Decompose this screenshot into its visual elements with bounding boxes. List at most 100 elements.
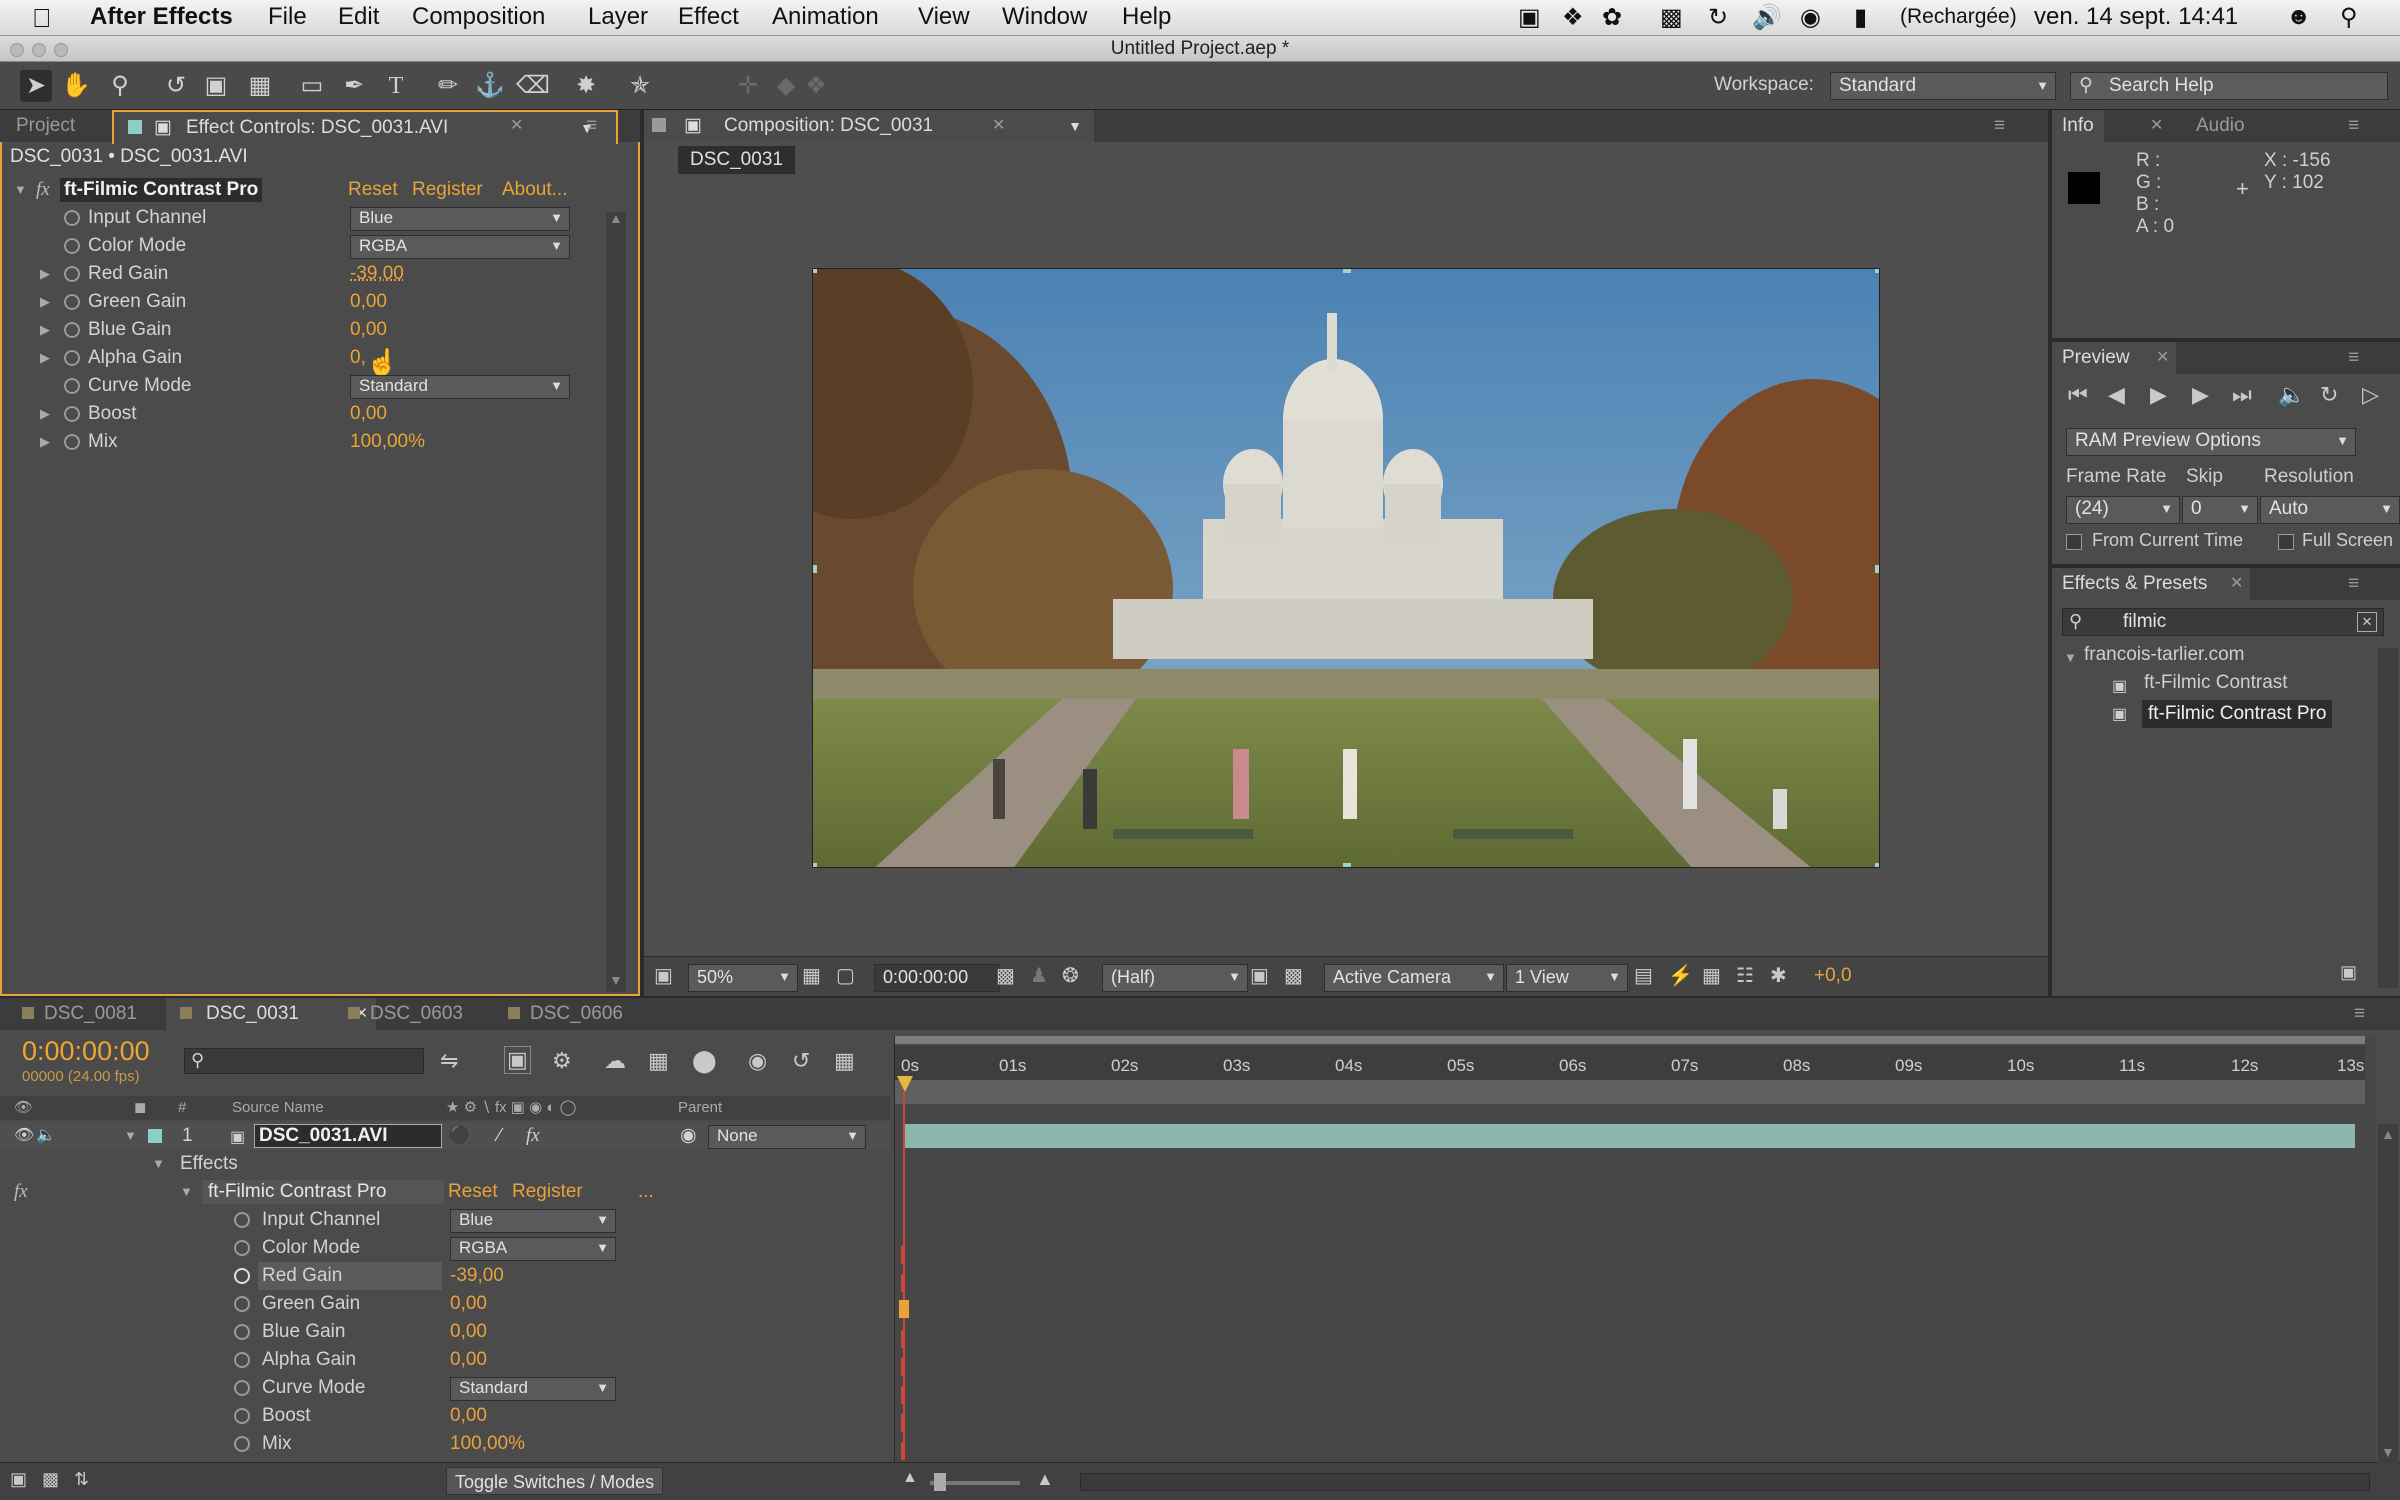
axis-world-icon[interactable]: ◆ bbox=[770, 70, 802, 102]
timeline-effect-name[interactable]: ft-Filmic Contrast Pro bbox=[202, 1180, 444, 1204]
parent-dropdown[interactable]: None ▼ bbox=[708, 1125, 866, 1149]
scroll-down-icon[interactable]: ▼ bbox=[609, 972, 623, 988]
layer-name[interactable]: DSC_0031.AVI bbox=[254, 1124, 442, 1148]
spotlight-icon[interactable]: ⚲ bbox=[2340, 3, 2358, 32]
stopwatch-icon[interactable] bbox=[64, 350, 80, 366]
first-frame-icon[interactable]: ⏮ bbox=[2068, 382, 2088, 408]
keyframe-marker[interactable] bbox=[901, 1274, 905, 1292]
snapshot-icon[interactable]: ▩ bbox=[996, 963, 1015, 988]
skip-dropdown[interactable]: 0 ▼ bbox=[2182, 496, 2258, 524]
sync-icon[interactable]: ↻ bbox=[1708, 3, 1728, 32]
visibility-eye-icon[interactable]: 👁 bbox=[14, 1122, 34, 1150]
handle-middle-left[interactable] bbox=[813, 565, 817, 573]
effect-switch-icon[interactable]: fx bbox=[526, 1122, 540, 1150]
handle-top-right[interactable] bbox=[1875, 269, 1879, 273]
layer-row[interactable]: 👁 🔈 ▼ 1 ▣ DSC_0031.AVI ⚫ ∕ fx ◉ None ▼ bbox=[0, 1122, 890, 1150]
mask-visibility-icon[interactable]: ▢ bbox=[836, 963, 855, 988]
shy-switch-icon[interactable]: ⚫ bbox=[448, 1122, 472, 1150]
playhead-icon[interactable] bbox=[897, 1076, 913, 1092]
panel-menu-icon[interactable]: ≡ bbox=[2344, 998, 2375, 1030]
stopwatch-icon[interactable] bbox=[64, 322, 80, 338]
eraser-tool-icon[interactable]: ⌫ bbox=[516, 70, 550, 102]
label-color-swatch[interactable] bbox=[148, 1129, 162, 1143]
panel-menu-icon[interactable]: ≡ bbox=[2338, 568, 2369, 600]
av-features-icon[interactable]: 👁 bbox=[14, 1096, 33, 1120]
workspace-dropdown[interactable]: Standard ▼ bbox=[1830, 72, 2056, 100]
motion-blur-icon[interactable]: ▦ bbox=[648, 1048, 669, 1074]
timeline-register-link[interactable]: Register bbox=[512, 1178, 583, 1206]
app-menu[interactable]: After Effects bbox=[90, 3, 233, 31]
quality-switch-icon[interactable]: ∕ bbox=[498, 1122, 501, 1150]
handle-top-left[interactable] bbox=[813, 269, 817, 273]
expand-triangle-icon[interactable]: ▶ bbox=[40, 260, 50, 288]
expand-triangle-icon[interactable]: ▶ bbox=[40, 400, 50, 428]
register-link[interactable]: Register bbox=[412, 176, 483, 204]
handle-middle-right[interactable] bbox=[1875, 565, 1879, 573]
safe-zones-icon[interactable]: ▦ bbox=[802, 963, 821, 988]
fx-icon[interactable]: fx bbox=[14, 1178, 28, 1206]
keyframe-selected[interactable] bbox=[899, 1300, 909, 1318]
effect-item-row-selected[interactable]: ▣ ft-Filmic Contrast Pro bbox=[2108, 700, 2400, 728]
keyframe-marker[interactable] bbox=[901, 1442, 905, 1460]
panel-menu-icon[interactable]: ≡ bbox=[1984, 110, 2015, 142]
preset-folder[interactable]: francois-tarlier.com bbox=[2084, 644, 2245, 666]
next-frame-icon[interactable]: ▶ bbox=[2192, 382, 2209, 408]
tab-timeline-dsc-0603[interactable]: DSC_0603 bbox=[334, 998, 473, 1030]
mix-value[interactable]: 100,00% bbox=[350, 428, 425, 456]
menu-animation[interactable]: Animation bbox=[772, 3, 879, 31]
show-snapshot-icon[interactable]: ♟ bbox=[1030, 963, 1048, 988]
folder-expand-icon[interactable]: ▼ bbox=[2064, 650, 2077, 665]
hide-shy-icon[interactable]: ⚙ bbox=[552, 1048, 572, 1074]
handle-bottom-center[interactable] bbox=[1343, 863, 1351, 867]
stopwatch-icon[interactable] bbox=[64, 266, 80, 282]
volume-icon[interactable]: 🔊 bbox=[1752, 3, 1782, 32]
brush-tool-icon[interactable]: ✏ bbox=[432, 70, 464, 102]
user-icon[interactable]: ☻ bbox=[2286, 3, 2311, 31]
puppet-tool-icon[interactable]: ✯ bbox=[624, 70, 656, 102]
layer-duration-bar[interactable] bbox=[905, 1124, 2355, 1148]
zoom-window-button[interactable] bbox=[54, 43, 68, 57]
camera-tool-icon[interactable]: ▣ bbox=[200, 70, 232, 102]
axis-local-icon[interactable]: ✛ bbox=[732, 70, 764, 102]
in-out-icon[interactable]: ⇅ bbox=[74, 1469, 89, 1490]
rotate-tool-icon[interactable]: ↺ bbox=[160, 70, 192, 102]
tl-curve-mode-dropdown[interactable]: Standard ▼ bbox=[450, 1377, 616, 1401]
stopwatch-icon[interactable] bbox=[64, 406, 80, 422]
exposure-value[interactable]: +0,0 bbox=[1814, 965, 1852, 987]
region-of-interest-icon[interactable]: ▣ bbox=[1250, 963, 1269, 988]
audio-icon[interactable]: 🔈 bbox=[2278, 382, 2305, 408]
camera-dropdown[interactable]: Active Camera ▼ bbox=[1324, 964, 1504, 992]
roto-brush-tool-icon[interactable]: ✸ bbox=[570, 70, 602, 102]
stopwatch-icon[interactable] bbox=[234, 1296, 250, 1312]
timeline-vertical-scrollbar[interactable]: ▲ ▼ bbox=[2378, 1124, 2398, 1464]
keyframe-marker[interactable] bbox=[901, 1358, 905, 1376]
tl-param-label-selected[interactable]: Red Gain bbox=[258, 1262, 442, 1290]
tl-alpha-gain-value[interactable]: 0,00 bbox=[450, 1346, 487, 1374]
pen-tool-icon[interactable]: ✒ bbox=[338, 70, 370, 102]
timeline-timecode[interactable]: 0:00:00:00 bbox=[22, 1036, 150, 1067]
timeline-horizontal-scrollbar[interactable] bbox=[1080, 1473, 2370, 1491]
frame-blending-icon[interactable]: ☁ bbox=[604, 1048, 626, 1074]
resolution-dropdown-preview[interactable]: Auto ▼ bbox=[2260, 496, 2400, 524]
switches-column-icons[interactable]: ★ ⚙ ∖ fx ▣ ◉ ◐ ◯ bbox=[446, 1096, 576, 1120]
tl-red-gain-value[interactable]: -39,00 bbox=[450, 1262, 504, 1290]
close-window-button[interactable] bbox=[10, 43, 24, 57]
full-screen-checkbox[interactable] bbox=[2278, 534, 2294, 550]
facetime-icon[interactable]: ▣ bbox=[1518, 3, 1541, 32]
scroll-up-icon[interactable]: ▲ bbox=[609, 210, 623, 226]
reset-exposure-icon[interactable]: ✱ bbox=[1770, 963, 1787, 988]
axis-view-icon[interactable]: ❖ bbox=[800, 70, 832, 102]
hand-tool-icon[interactable]: ✋ bbox=[60, 70, 92, 102]
effect-item-filmic-contrast[interactable]: ft-Filmic Contrast bbox=[2144, 672, 2288, 694]
flowchart-icon[interactable]: ☷ bbox=[1736, 963, 1754, 988]
previous-frame-icon[interactable]: ◀ bbox=[2108, 382, 2125, 408]
panel-scrollbar[interactable]: ▲ ▼ bbox=[606, 210, 626, 992]
fast-previews-icon[interactable]: ⚡ bbox=[1668, 963, 1693, 988]
close-tab-icon[interactable]: ✕ bbox=[2220, 568, 2253, 600]
dropbox-icon[interactable]: ❖ bbox=[1562, 3, 1584, 32]
stopwatch-icon[interactable] bbox=[64, 238, 80, 254]
paw-icon[interactable]: ✿ bbox=[1602, 3, 1622, 32]
toggle-switches-modes-button[interactable]: Toggle Switches / Modes bbox=[446, 1467, 664, 1495]
green-gain-value[interactable]: 0,00 bbox=[350, 288, 387, 316]
expand-triangle-icon[interactable]: ▶ bbox=[40, 316, 50, 344]
